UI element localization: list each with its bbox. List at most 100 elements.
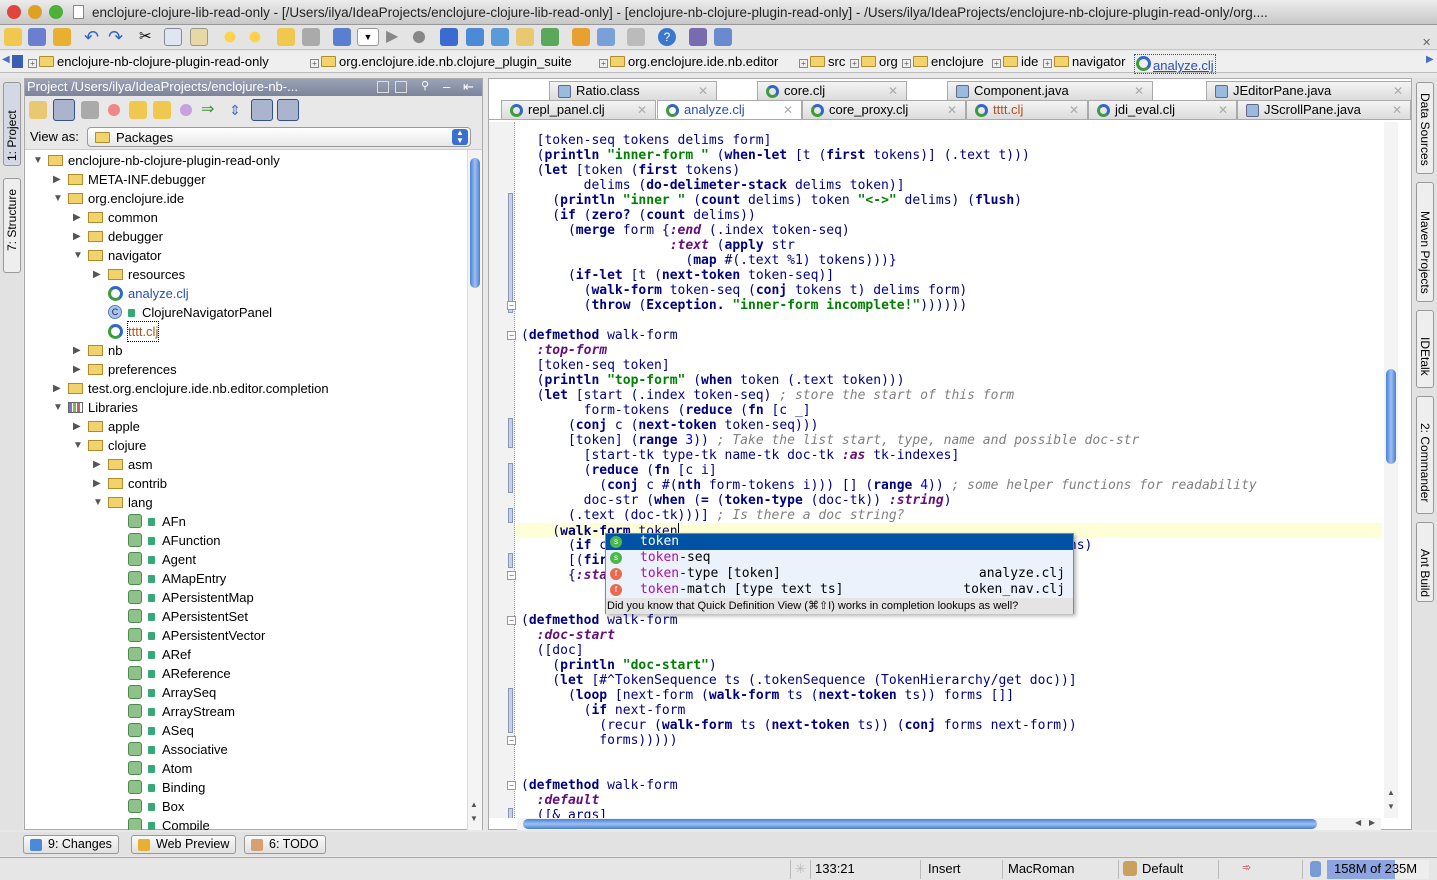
expanded-arrow-icon[interactable]: ▼ xyxy=(53,398,63,417)
completion-item[interactable]: f token-type [token] analyze.clj xyxy=(606,566,1073,582)
tree-item[interactable]: ▶ common xyxy=(25,208,465,227)
run-config-dropdown[interactable]: ▼ xyxy=(357,28,379,46)
close-window-button[interactable] xyxy=(7,5,21,19)
close-tab-icon[interactable]: ✕ xyxy=(637,101,647,119)
tree-item[interactable]: AMapEntry xyxy=(25,569,465,588)
change-marker[interactable] xyxy=(508,508,513,523)
tool-tab-data-sources[interactable]: Data Sources xyxy=(1416,82,1434,174)
change-marker[interactable] xyxy=(508,553,513,568)
expanded-arrow-icon[interactable]: ▼ xyxy=(53,189,63,208)
flatten-packages-toggle[interactable] xyxy=(53,99,75,121)
garbage-collect-icon[interactable] xyxy=(1310,861,1321,877)
tree-item[interactable]: ArraySeq xyxy=(25,683,465,702)
minimize-panel-icon[interactable]: – xyxy=(443,79,450,94)
tree-item[interactable]: Box xyxy=(25,797,465,816)
autoscroll-icon[interactable] xyxy=(377,81,389,93)
view-as-select[interactable]: Packages ▲ ▼ xyxy=(87,127,471,147)
change-marker[interactable] xyxy=(508,193,513,313)
sync-icon[interactable] xyxy=(53,28,71,46)
tree-item[interactable]: ▶ asm xyxy=(25,455,465,474)
show-libraries-toggle[interactable] xyxy=(251,99,273,121)
close-tab-icon[interactable]: ✕ xyxy=(947,101,957,119)
fold-collapse-icon[interactable]: − xyxy=(507,616,516,625)
collapsed-arrow-icon[interactable]: ▶ xyxy=(73,341,81,360)
inspector-icon[interactable] xyxy=(1123,861,1137,876)
replace-icon[interactable] xyxy=(246,28,264,46)
save-icon[interactable] xyxy=(28,28,46,46)
read-only-toggle-icon[interactable]: ➾ xyxy=(1242,861,1251,874)
completion-item[interactable]: s token xyxy=(606,534,1073,550)
tool-button-todo[interactable]: 6: TODO xyxy=(244,835,326,854)
editor-horizontal-scrollbar[interactable]: ◀ ▶ xyxy=(517,818,1381,830)
fold-collapse-icon[interactable]: − xyxy=(507,331,516,340)
editor-tab[interactable]: repl_panel.clj ✕ xyxy=(501,100,656,119)
completion-item[interactable]: f token-match [type text ts] token_nav.clj xyxy=(606,582,1073,598)
caret-position[interactable]: 133:21 xyxy=(815,861,855,876)
tree-item[interactable]: APersistentSet xyxy=(25,607,465,626)
tool-tab-project[interactable]: 1: Project xyxy=(3,82,21,166)
make-project-icon[interactable] xyxy=(333,28,351,46)
tool-tab-structure[interactable]: 7: Structure xyxy=(3,178,21,273)
hide-panel-icon[interactable]: ⇤ xyxy=(463,79,474,95)
open-icon[interactable] xyxy=(4,28,22,46)
minimize-window-button[interactable] xyxy=(28,5,42,19)
tree-item[interactable]: ▼ clojure xyxy=(25,436,465,455)
pin-icon[interactable]: ⚲ xyxy=(421,79,429,92)
fold-end-icon[interactable]: − xyxy=(507,571,516,580)
tree-item[interactable]: ARef xyxy=(25,645,465,664)
nav-back-icon[interactable]: ◀ xyxy=(2,54,10,65)
tree-item[interactable]: ▶ test.org.enclojure.ide.nb.editor.comple… xyxy=(25,379,465,398)
tree-item[interactable]: C ClojureNavigatorPanel xyxy=(25,303,465,322)
tool-tab-commander[interactable]: 2: Commander xyxy=(1416,396,1434,514)
tree-item[interactable]: AFunction xyxy=(25,531,465,550)
breadcrumb-item[interactable]: + src xyxy=(797,54,845,69)
close-tab-icon[interactable]: ✕ xyxy=(783,101,793,119)
editor-tab[interactable]: jdi_eval.clj ✕ xyxy=(1088,100,1237,119)
copy-icon[interactable] xyxy=(164,28,182,46)
tree-item[interactable]: ▼ Libraries xyxy=(25,398,465,417)
insert-mode[interactable]: Insert xyxy=(928,861,961,876)
breadcrumb-item[interactable]: + navigator xyxy=(1041,54,1125,69)
module-icon[interactable] xyxy=(466,28,484,46)
collapse-icon[interactable]: ⇕ xyxy=(226,101,244,119)
expand-icon[interactable]: ⇒ xyxy=(201,101,219,119)
tree-item[interactable]: Binding xyxy=(25,778,465,797)
change-marker[interactable] xyxy=(508,688,513,733)
help-icon[interactable]: ? xyxy=(658,28,676,46)
collapsed-arrow-icon[interactable]: ▶ xyxy=(53,379,61,398)
tool-tab-idetalk[interactable]: IDEtalk xyxy=(1416,310,1434,388)
forward-icon[interactable] xyxy=(302,28,320,46)
close-tab-icon[interactable]: ✕ xyxy=(1218,101,1228,119)
collapsed-arrow-icon[interactable]: ▶ xyxy=(73,208,81,227)
tool-button-changes[interactable]: 9: Changes xyxy=(23,835,119,854)
editor-tab[interactable]: JScrollPane.java ✕ xyxy=(1237,100,1411,119)
debug-icon[interactable] xyxy=(410,28,428,46)
tree-item[interactable]: ▼ org.enclojure.ide xyxy=(25,189,465,208)
autoscroll-from-source-icon[interactable] xyxy=(153,101,171,119)
change-marker[interactable] xyxy=(508,463,513,493)
collapsed-arrow-icon[interactable]: ▶ xyxy=(73,360,81,379)
collapsed-arrow-icon[interactable]: ▶ xyxy=(93,265,101,284)
structure-icon[interactable] xyxy=(516,28,534,46)
tree-item[interactable]: ▶ preferences xyxy=(25,360,465,379)
project-structure-icon[interactable] xyxy=(440,28,458,46)
tasks-icon[interactable] xyxy=(689,28,707,46)
collapsed-arrow-icon[interactable]: ▶ xyxy=(73,417,81,436)
scrollbar-thumb[interactable] xyxy=(470,158,480,288)
tree-item[interactable]: AReference xyxy=(25,664,465,683)
collapsed-arrow-icon[interactable]: ▶ xyxy=(93,474,101,493)
show-members-icon[interactable] xyxy=(105,101,123,119)
scrollbar-thumb[interactable] xyxy=(1386,369,1396,464)
editor-vertical-scrollbar[interactable]: ▲ ▼ xyxy=(1384,122,1398,818)
context-icon[interactable] xyxy=(714,28,732,46)
close-tab-icon[interactable]: ✕ xyxy=(1069,101,1079,119)
expanded-arrow-icon[interactable]: ▼ xyxy=(73,436,83,455)
compact-packages-icon[interactable] xyxy=(81,101,99,119)
editor-tab[interactable]: analyze.clj ✕ xyxy=(657,100,802,119)
tree-item[interactable]: Associative xyxy=(25,740,465,759)
tree-item[interactable]: AFn xyxy=(25,512,465,531)
highlighting-scheme[interactable]: Default xyxy=(1142,861,1183,876)
paste-icon[interactable] xyxy=(190,28,208,46)
tree-item[interactable]: ▶ contrib xyxy=(25,474,465,493)
fold-end-icon[interactable]: − xyxy=(507,736,516,745)
